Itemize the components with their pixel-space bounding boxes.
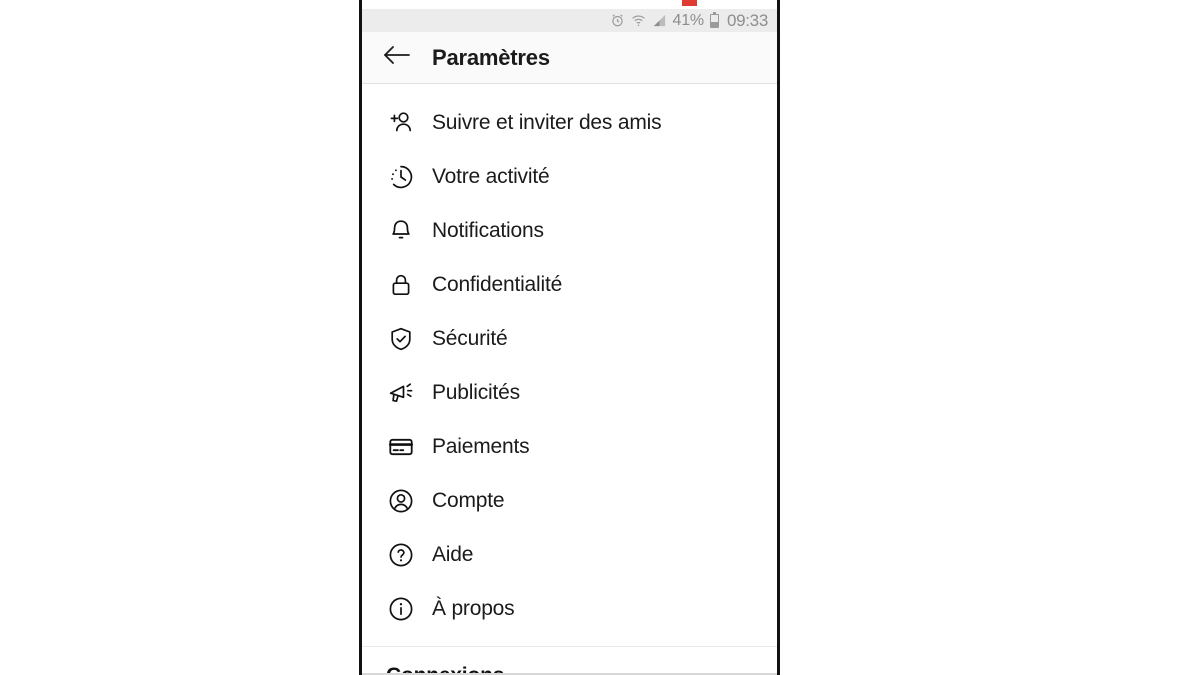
- phone-screen-frame: 41% 09:33 Paramètres Suivre et inviter d…: [359, 0, 780, 675]
- settings-item-your-activity[interactable]: Votre activité: [362, 150, 777, 204]
- settings-item-label: Votre activité: [432, 165, 550, 188]
- lock-icon: [386, 270, 416, 300]
- settings-item-account[interactable]: Compte: [362, 474, 777, 528]
- settings-list: Suivre et inviter des amis Votre activit…: [362, 85, 777, 675]
- cropped-chrome-red-marker: [682, 0, 697, 6]
- account-circle-icon: [386, 486, 416, 516]
- screenshot-root: 41% 09:33 Paramètres Suivre et inviter d…: [0, 0, 1200, 675]
- activity-clock-icon: [386, 162, 416, 192]
- app-bar: Paramètres: [362, 32, 777, 84]
- settings-item-follow-invite-friends[interactable]: Suivre et inviter des amis: [362, 96, 777, 150]
- settings-item-help[interactable]: Aide: [362, 528, 777, 582]
- back-button[interactable]: [382, 43, 412, 73]
- page-title: Paramètres: [432, 44, 550, 70]
- settings-item-security[interactable]: Sécurité: [362, 312, 777, 366]
- settings-item-label: Paiements: [432, 435, 530, 458]
- battery-percent-label: 41%: [672, 11, 705, 29]
- back-arrow-icon: [382, 43, 412, 72]
- question-circle-icon: [386, 540, 416, 570]
- settings-item-privacy[interactable]: Confidentialité: [362, 258, 777, 312]
- status-bar: 41% 09:33: [362, 9, 777, 32]
- settings-item-label: Sécurité: [432, 327, 508, 350]
- alarm-clock-icon: [610, 13, 625, 28]
- settings-item-label: Compte: [432, 489, 505, 512]
- info-circle-icon: [386, 594, 416, 624]
- settings-item-label: Suivre et inviter des amis: [432, 111, 662, 134]
- settings-item-label: Confidentialité: [432, 273, 563, 296]
- status-bar-clock: 09:33: [726, 11, 768, 30]
- settings-section-header-connections: Connexions: [362, 647, 777, 675]
- settings-item-label: Notifications: [432, 219, 544, 242]
- settings-item-label: À propos: [432, 597, 515, 620]
- settings-item-label: Publicités: [432, 381, 520, 404]
- cropped-chrome-right-glyphs: [740, 0, 765, 4]
- cropped-chrome-left-glyphs: [372, 0, 413, 4]
- wifi-icon: [631, 13, 646, 28]
- settings-item-about[interactable]: À propos: [362, 582, 777, 636]
- credit-card-icon: [386, 432, 416, 462]
- settings-item-payments[interactable]: Paiements: [362, 420, 777, 474]
- battery-icon: [709, 11, 719, 28]
- cropped-browser-chrome-strip: [362, 0, 777, 9]
- add-person-icon: [386, 108, 416, 138]
- megaphone-icon: [386, 378, 416, 408]
- settings-item-ads[interactable]: Publicités: [362, 366, 777, 420]
- shield-check-icon: [386, 324, 416, 354]
- bell-icon: [386, 216, 416, 246]
- cellular-signal-icon: [652, 13, 667, 28]
- settings-item-notifications[interactable]: Notifications: [362, 204, 777, 258]
- settings-item-label: Aide: [432, 543, 474, 566]
